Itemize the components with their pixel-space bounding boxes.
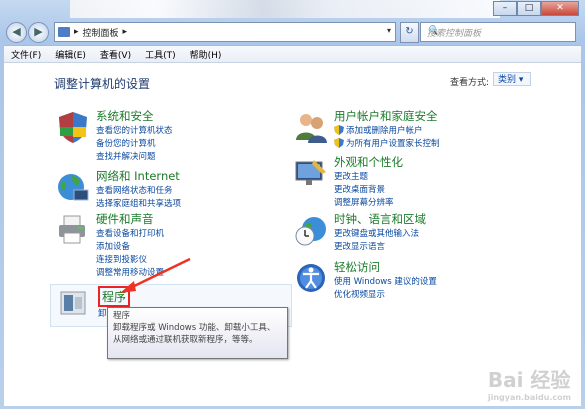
- ease-of-access-icon: [297, 264, 325, 292]
- address-dropdown-icon[interactable]: ▾: [387, 26, 391, 35]
- main-content: 调整计算机的设置 查看方式: 类别 ▾ 系统和安全 查看您的计算机状态 备份您的…: [4, 62, 581, 406]
- programs-icon: [60, 291, 86, 315]
- programs-tooltip: 程序 卸载程序或 Windows 功能、卸载小工具、从网络或通过联机获取新程序，…: [107, 307, 288, 359]
- link-optimize-display[interactable]: 优化视频显示: [334, 288, 385, 300]
- link-backup[interactable]: 备份您的计算机: [96, 137, 156, 149]
- annotation-arrow-icon: [120, 257, 191, 293]
- menu-help[interactable]: 帮助(H): [183, 46, 229, 62]
- link-parental-controls[interactable]: 为所有用户设置家长控制: [346, 137, 440, 149]
- control-panel-icon: [58, 27, 70, 37]
- clock-globe-icon: [295, 217, 326, 246]
- title-bar: [70, 0, 500, 18]
- refresh-button[interactable]: ↻: [400, 22, 419, 43]
- menu-file[interactable]: 文件(F): [4, 46, 48, 62]
- link-homegroup[interactable]: 选择家庭组和共享选项: [96, 197, 181, 209]
- window-controls: – □ ✕: [493, 1, 579, 16]
- watermark-url: jingyan.baidu.com: [487, 393, 571, 402]
- address-bar[interactable]: ▸ 控制面板 ▸ ▾: [54, 22, 396, 42]
- close-button[interactable]: ✕: [541, 1, 579, 16]
- printer-icon: [59, 215, 85, 244]
- menu-bar: 文件(F) 编辑(E) 查看(V) 工具(T) 帮助(H): [4, 45, 581, 62]
- link-screen-resolution[interactable]: 调整屏幕分辨率: [334, 196, 394, 208]
- breadcrumb-control-panel[interactable]: 控制面板: [83, 26, 119, 39]
- link-display-language[interactable]: 更改显示语言: [334, 240, 385, 252]
- tooltip-body: 卸载程序或 Windows 功能、卸载小工具、从网络或通过联机获取新程序，等等。: [113, 323, 276, 345]
- link-recommended-settings[interactable]: 使用 Windows 建议的设置: [334, 275, 437, 287]
- menu-tools[interactable]: 工具(T): [138, 46, 183, 62]
- uac-shield-icon: [334, 125, 344, 135]
- link-devices-printers[interactable]: 查看设备和打印机: [96, 227, 164, 239]
- maximize-button[interactable]: □: [517, 1, 541, 16]
- category-title[interactable]: 网络和 Internet: [96, 168, 180, 184]
- minimize-button[interactable]: –: [493, 1, 517, 16]
- back-button[interactable]: ◀: [6, 22, 27, 43]
- page-title: 调整计算机的设置: [54, 77, 151, 91]
- uac-shield-icon: [334, 138, 344, 148]
- search-input[interactable]: 搜索控制面板 🔍: [420, 22, 576, 42]
- forward-button[interactable]: ▶: [28, 22, 49, 43]
- control-panel-window: – □ ✕ ◀ ▶ ▸ 控制面板 ▸ ▾ ↻ 搜索控制面板 🔍 文件(F) 编辑…: [0, 0, 585, 409]
- search-icon[interactable]: 🔍: [427, 26, 571, 36]
- category-title[interactable]: 轻松访问: [334, 259, 380, 275]
- view-by-label: 查看方式:: [450, 78, 490, 88]
- link-add-device[interactable]: 添加设备: [96, 240, 130, 252]
- link-add-remove-users[interactable]: 添加或删除用户帐户: [346, 124, 423, 136]
- view-by-select[interactable]: 类别 ▾: [493, 72, 531, 86]
- watermark: Bai 经验 jingyan.baidu.com: [488, 364, 571, 402]
- globe-network-icon: [58, 174, 89, 201]
- menu-view[interactable]: 查看(V): [93, 46, 138, 62]
- link-view-status[interactable]: 查看您的计算机状态: [96, 124, 173, 136]
- breadcrumb-separator: ▸: [74, 27, 79, 37]
- link-network-status[interactable]: 查看网络状态和任务: [96, 184, 173, 196]
- link-change-theme[interactable]: 更改主题: [334, 170, 368, 182]
- menu-edit[interactable]: 编辑(E): [48, 46, 93, 62]
- users-icon: [296, 114, 327, 143]
- category-title[interactable]: 外观和个性化: [334, 154, 403, 170]
- category-title[interactable]: 用户帐户和家庭安全: [334, 108, 438, 124]
- category-title[interactable]: 时钟、语言和区域: [334, 211, 426, 227]
- link-keyboard-input[interactable]: 更改键盘或其他输入法: [334, 227, 419, 239]
- navigation-bar: ◀ ▶ ▸ 控制面板 ▸ ▾ ↻ 搜索控制面板 🔍: [4, 21, 581, 43]
- watermark-logo: Bai 经验: [487, 368, 571, 392]
- breadcrumb-separator[interactable]: ▸: [123, 27, 128, 37]
- link-troubleshoot[interactable]: 查找并解决问题: [96, 150, 156, 162]
- shield-icon: [59, 112, 87, 143]
- tooltip-title: 程序: [113, 311, 131, 321]
- link-desktop-background[interactable]: 更改桌面背景: [334, 183, 385, 195]
- category-title[interactable]: 硬件和声音: [96, 211, 154, 227]
- monitor-paint-icon: [295, 160, 326, 185]
- category-title[interactable]: 系统和安全: [96, 108, 154, 124]
